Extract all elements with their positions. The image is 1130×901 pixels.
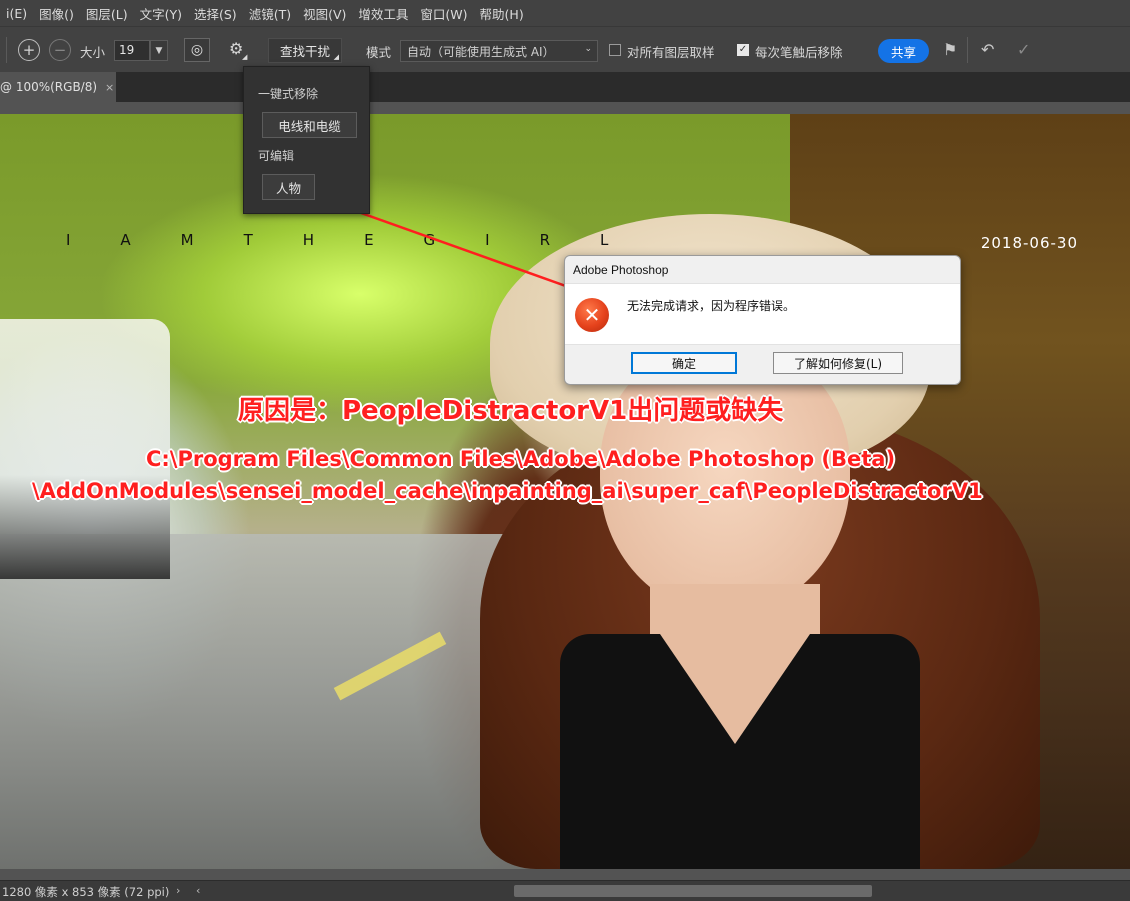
wires-cables-label: 电线和电缆 [278, 118, 341, 134]
horizontal-scrollbar[interactable] [514, 885, 872, 897]
dialog-body: ✕ 无法完成请求，因为程序错误。 [565, 283, 960, 345]
find-distractions-dropdown: 一键式移除 电线和电缆 可编辑 人物 [243, 66, 370, 214]
document-info: 1280 像素 x 853 像素 (72 ppi) [2, 885, 170, 899]
error-dialog: Adobe Photoshop ✕ 无法完成请求，因为程序错误。 确定 了解如何… [564, 255, 961, 385]
chevron-right-icon[interactable]: › [176, 884, 180, 897]
learn-how-to-fix-label: 了解如何修复(L) [793, 356, 883, 371]
learn-how-to-fix-button[interactable]: 了解如何修复(L) [773, 352, 903, 374]
people-button[interactable]: 人物 [262, 174, 315, 200]
popup-section-editable: 可编辑 [258, 149, 295, 163]
annotation-arrow [307, 192, 624, 306]
chevron-left-icon[interactable]: ‹ [196, 884, 200, 897]
status-bar: 1280 像素 x 853 像素 (72 ppi) › ‹ [0, 880, 1130, 901]
error-icon: ✕ [575, 298, 609, 332]
dialog-message: 无法完成请求，因为程序错误。 [627, 299, 796, 313]
dialog-title: Adobe Photoshop [573, 263, 669, 277]
people-label: 人物 [275, 180, 301, 196]
ok-button[interactable]: 确定 [631, 352, 737, 374]
ok-label: 确定 [671, 356, 696, 371]
wires-cables-button[interactable]: 电线和电缆 [262, 112, 357, 138]
popup-section-oneclick: 一键式移除 [258, 87, 319, 101]
